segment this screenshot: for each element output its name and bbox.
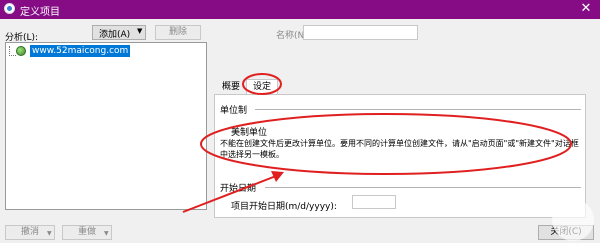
annotation-arrow-line [182, 175, 277, 213]
annotation-ellipse-note [200, 113, 572, 175]
annotation-circle-tab [242, 73, 282, 95]
watermark-logo [552, 199, 594, 241]
annotation-layer [182, 73, 572, 213]
